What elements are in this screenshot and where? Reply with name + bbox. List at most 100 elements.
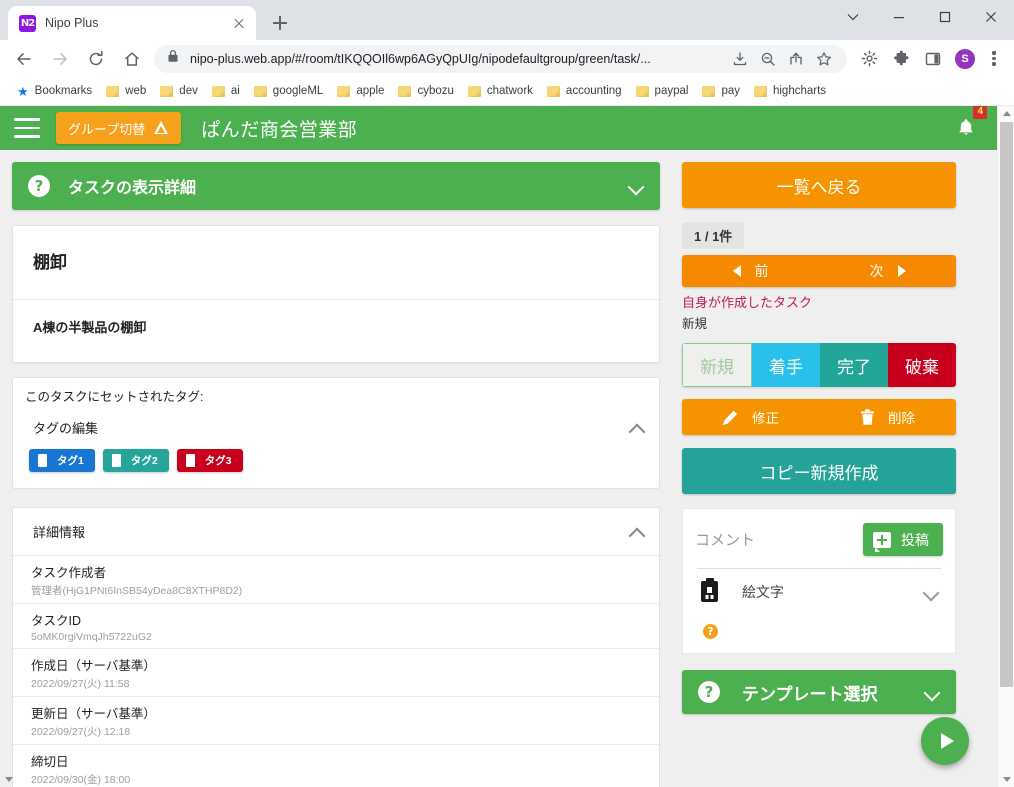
page-scrollbar[interactable] bbox=[997, 106, 1014, 787]
bookmark-item[interactable]: dev bbox=[154, 82, 206, 100]
tab-search-icon[interactable] bbox=[830, 0, 876, 33]
floating-action-button[interactable] bbox=[921, 717, 969, 765]
chevron-up-icon[interactable] bbox=[629, 420, 645, 436]
detail-row: タスク作成者 管理者(HjG1PNt6InSB54yDea8C8XTHP8D2) bbox=[13, 556, 659, 604]
back-icon[interactable] bbox=[9, 44, 39, 74]
details-card: 詳細情報 タスク作成者 管理者(HjG1PNt6InSB54yDea8C8XTH… bbox=[12, 507, 660, 787]
browser-tab[interactable]: N2 Nipo Plus bbox=[8, 6, 256, 40]
scroll-down-icon[interactable] bbox=[1002, 777, 1011, 782]
status-button-group: 新規 着手 完了 破棄 bbox=[682, 343, 956, 387]
tag-color-swatch bbox=[38, 454, 47, 467]
prev-button[interactable]: 前 bbox=[682, 261, 819, 281]
star-icon: ★ bbox=[17, 83, 29, 99]
side-panel-icon[interactable] bbox=[919, 45, 947, 73]
tag-edit-toggle[interactable]: タグの編集 bbox=[13, 408, 659, 447]
web-page: グループ切替 ぱんだ商会営業部 4 ? タスクの表示詳細 棚卸 A棟の半製品の棚… bbox=[0, 106, 997, 787]
menu-icon[interactable] bbox=[14, 118, 40, 138]
forward-icon[interactable] bbox=[45, 44, 75, 74]
folder-icon bbox=[253, 85, 267, 97]
tag-chip[interactable]: タグ3 bbox=[176, 449, 243, 472]
share-icon[interactable] bbox=[783, 46, 809, 72]
close-window-icon[interactable] bbox=[968, 0, 1014, 33]
back-to-list-label: 一覧へ戻る bbox=[776, 177, 862, 197]
pencil-icon bbox=[723, 410, 738, 425]
comment-input[interactable]: コメント bbox=[695, 529, 863, 550]
bookmark-label: googleML bbox=[272, 85, 324, 97]
group-switch-button[interactable]: グループ切替 bbox=[56, 112, 182, 144]
chevron-up-icon[interactable] bbox=[629, 524, 645, 540]
minimize-icon[interactable] bbox=[876, 0, 922, 33]
main-content: ? タスクの表示詳細 棚卸 A棟の半製品の棚卸 このタスクにセットされたタグ: … bbox=[0, 150, 997, 787]
notifications-button[interactable]: 4 bbox=[949, 106, 987, 145]
reload-icon[interactable] bbox=[81, 44, 111, 74]
gear-icon[interactable] bbox=[855, 45, 883, 73]
detail-key: タスク作成者 bbox=[31, 566, 107, 580]
scroll-down-icon[interactable] bbox=[5, 777, 13, 782]
template-select-bar[interactable]: ? テンプレート選択 bbox=[682, 670, 956, 714]
tag-card: このタスクにセットされたタグ: タグの編集 タグ1 タグ2 タグ3 bbox=[12, 377, 660, 489]
home-icon[interactable] bbox=[117, 44, 147, 74]
bookmark-item[interactable]: chatwork bbox=[462, 82, 541, 100]
scroll-thumb[interactable] bbox=[1000, 122, 1013, 687]
action-sidebar: 一覧へ戻る 1 / 1件 前 次 自身が作成したタスク 新規 新規 着手 完了 … bbox=[670, 150, 966, 787]
bookmark-item[interactable]: web bbox=[100, 82, 154, 100]
new-tab-icon[interactable] bbox=[266, 9, 294, 37]
bookmark-item[interactable]: accounting bbox=[541, 82, 630, 100]
help-icon[interactable]: ? bbox=[703, 624, 718, 639]
bookmark-item[interactable]: cybozu bbox=[392, 82, 461, 100]
task-detail-column: ? タスクの表示詳細 棚卸 A棟の半製品の棚卸 このタスクにセットされたタグ: … bbox=[0, 150, 670, 787]
arrow-left-icon bbox=[732, 265, 741, 277]
help-icon[interactable]: ? bbox=[28, 175, 50, 197]
bookmark-item[interactable]: apple bbox=[331, 82, 392, 100]
next-label: 次 bbox=[869, 263, 884, 279]
close-icon[interactable] bbox=[230, 14, 248, 32]
next-button[interactable]: 次 bbox=[819, 261, 956, 281]
bookmark-item[interactable]: googleML bbox=[248, 82, 332, 100]
zoom-out-icon[interactable] bbox=[755, 46, 781, 72]
bookmark-item[interactable]: highcharts bbox=[748, 82, 834, 100]
bookmark-item[interactable]: pay bbox=[696, 82, 748, 100]
bookmark-item[interactable]: ai bbox=[206, 82, 248, 100]
post-comment-button[interactable]: 投稿 bbox=[863, 523, 943, 556]
tag-chip[interactable]: タグ2 bbox=[102, 449, 169, 472]
chevron-down-icon[interactable] bbox=[923, 584, 939, 600]
tag-chip[interactable]: タグ1 bbox=[29, 449, 95, 472]
details-header[interactable]: 詳細情報 bbox=[13, 508, 659, 556]
back-to-list-button[interactable]: 一覧へ戻る bbox=[682, 162, 956, 208]
bookmark-label: dev bbox=[179, 85, 198, 97]
triangle-icon bbox=[154, 121, 169, 135]
status-button-discard[interactable]: 破棄 bbox=[888, 343, 956, 387]
comment-input-row: コメント 投稿 bbox=[695, 523, 943, 556]
maximize-icon[interactable] bbox=[922, 0, 968, 33]
bookmark-star-icon[interactable] bbox=[811, 46, 837, 72]
chevron-down-icon[interactable] bbox=[924, 684, 940, 700]
page-title: ぱんだ商会営業部 bbox=[201, 119, 358, 141]
download-icon[interactable] bbox=[727, 46, 753, 72]
copy-new-button[interactable]: コピー新規作成 bbox=[682, 448, 956, 494]
task-detail-panel-header[interactable]: ? タスクの表示詳細 bbox=[12, 162, 660, 210]
browser-menu-icon[interactable] bbox=[983, 48, 1005, 70]
status-button-started[interactable]: 着手 bbox=[752, 343, 820, 387]
comment-card: コメント 投稿 絵文字 ? bbox=[682, 508, 956, 654]
delete-button[interactable]: 削除 bbox=[819, 399, 956, 435]
bookmarks-root[interactable]: ★ Bookmarks bbox=[11, 82, 100, 101]
folder-icon bbox=[106, 85, 120, 97]
current-state: 新規 bbox=[682, 317, 708, 331]
bookmark-item[interactable]: paypal bbox=[630, 82, 697, 100]
help-icon[interactable]: ? bbox=[698, 681, 720, 703]
emoji-selector[interactable]: 絵文字 bbox=[695, 569, 943, 602]
tag-list: タグ1 タグ2 タグ3 bbox=[13, 447, 659, 488]
status-label: 着手 bbox=[769, 357, 803, 377]
edit-button[interactable]: 修正 bbox=[682, 399, 819, 435]
tag-color-swatch bbox=[185, 454, 195, 467]
profile-avatar[interactable]: S bbox=[951, 45, 979, 73]
scroll-up-icon[interactable] bbox=[1002, 111, 1011, 116]
status-button-done[interactable]: 完了 bbox=[820, 343, 888, 387]
address-bar[interactable]: nipo-plus.web.app/#/room/tIKQQOIl6wp6AGy… bbox=[154, 44, 847, 73]
tag-section-label: このタスクにセットされたタグ: bbox=[25, 390, 204, 404]
extensions-icon[interactable] bbox=[887, 45, 915, 73]
status-button-new[interactable]: 新規 bbox=[682, 343, 752, 387]
template-label: テンプレート選択 bbox=[742, 684, 878, 704]
chevron-down-icon[interactable] bbox=[628, 178, 644, 194]
folder-icon bbox=[160, 85, 174, 97]
